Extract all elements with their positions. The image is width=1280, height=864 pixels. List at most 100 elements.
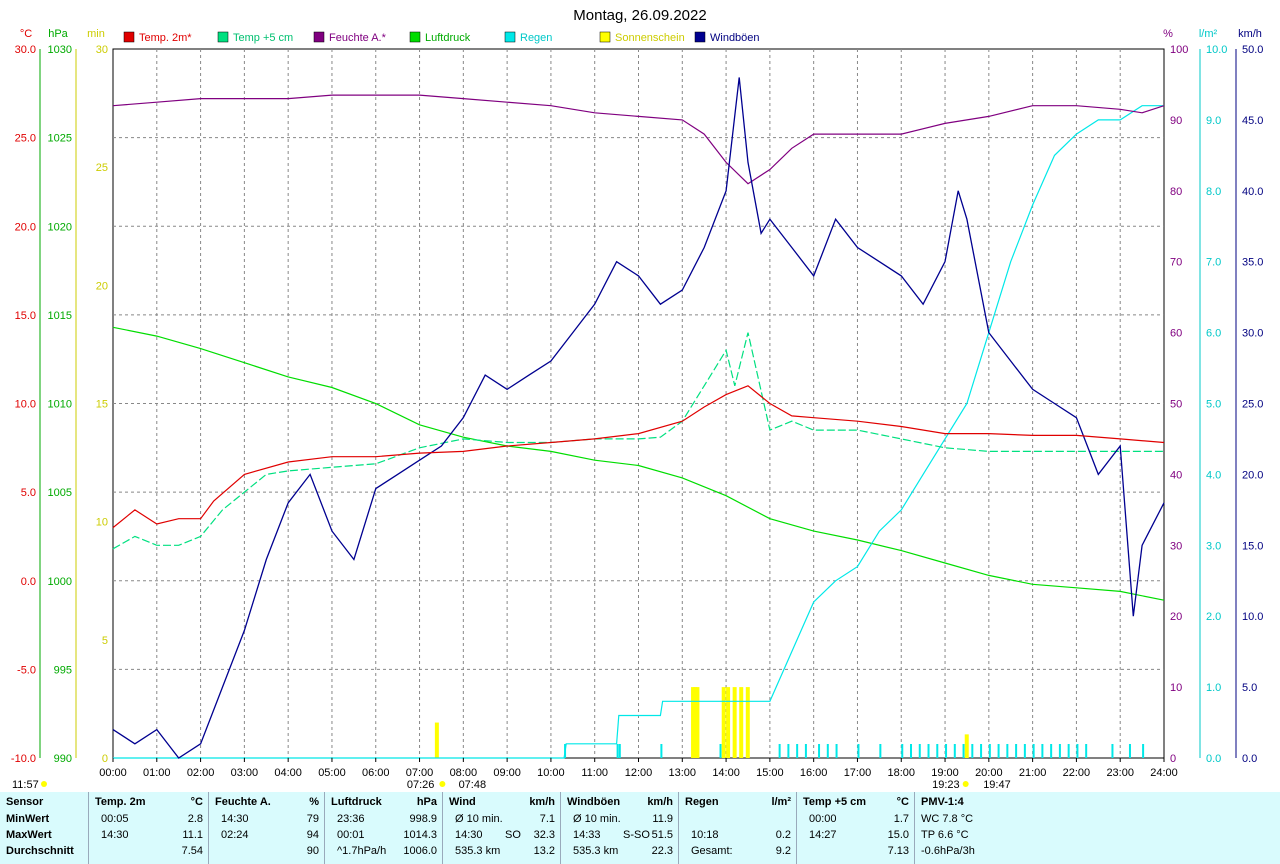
y-tick-label-wind: 40.0 — [1242, 186, 1263, 198]
y-tick-label-wind: 30.0 — [1242, 328, 1263, 340]
y-tick-label-rain: 8.0 — [1206, 186, 1221, 198]
stats-cell: 998.9 — [409, 813, 437, 825]
stats-cell: 7.13 — [887, 845, 909, 857]
stats-header: Luftdruck — [331, 796, 382, 808]
legend-label: Feuchte A.* — [329, 32, 387, 44]
stats-cell: 00:00 — [809, 813, 837, 825]
stats-cell: 90 — [306, 845, 319, 857]
legend-label: Temp. 2m* — [139, 32, 192, 44]
stats-cell: 11.1 — [182, 829, 203, 841]
x-tick-label: 10:00 — [537, 767, 565, 779]
sunshine-bar — [434, 722, 439, 758]
stats-cell: SO — [505, 829, 521, 841]
sun-icon — [962, 781, 969, 787]
y-tick-label-wind: 5.0 — [1242, 682, 1257, 694]
stats-cell: 535.3 km — [455, 845, 501, 857]
legend-label: Temp +5 cm — [233, 32, 293, 44]
y-tick-label-pressure: 1025 — [48, 133, 72, 145]
stats-header: Temp. 2m — [95, 796, 146, 808]
legend-swatch — [313, 31, 325, 43]
stats-cell: 1006.0 — [403, 845, 437, 857]
stats-cell: Ø 10 min. — [455, 813, 503, 825]
y-tick-label-temp: 5.0 — [21, 487, 36, 499]
rain-tick — [901, 744, 904, 758]
rain-unit-label: l/m² — [1199, 28, 1218, 40]
stats-cell: S-SO — [623, 829, 650, 841]
rain-tick — [778, 744, 781, 758]
y-tick-label-rain: 10.0 — [1206, 44, 1227, 56]
stats-cell: 535.3 km — [573, 845, 619, 857]
stats-unit: km/h — [529, 796, 555, 808]
rain-tick — [818, 744, 821, 758]
stats-col-temp5cm: Temp +5 cm °C 00:00 1.7 14:27 15.0 7.13 — [796, 792, 915, 864]
rain-tick — [1032, 744, 1035, 758]
rain-tick — [1067, 744, 1070, 758]
stats-cell: 14:30 — [221, 813, 249, 825]
rain-tick — [826, 744, 829, 758]
rain-tick — [857, 744, 860, 758]
stats-cell: 0.2 — [775, 829, 791, 841]
rain-tick — [1050, 744, 1053, 758]
rain-tick — [1111, 744, 1114, 758]
stats-cell: 14:30 — [101, 829, 129, 841]
rain-tick — [997, 744, 1000, 758]
rain-tick — [616, 744, 619, 758]
pressure-unit-label: hPa — [48, 28, 68, 40]
y-tick-label-wind: 35.0 — [1242, 257, 1263, 269]
y-tick-label-rain: 2.0 — [1206, 611, 1221, 623]
y-tick-label-rain: 3.0 — [1206, 540, 1221, 552]
y-tick-label-temp: 15.0 — [15, 310, 36, 322]
y-tick-label-temp: 30.0 — [15, 44, 36, 56]
rain-tick — [1015, 744, 1018, 758]
stats-header: Temp +5 cm — [803, 796, 867, 808]
y-tick-label-rain: 4.0 — [1206, 469, 1221, 481]
stats-cell: Durchschnitt — [6, 845, 74, 857]
legend-label: Regen — [520, 32, 552, 44]
y-tick-label-humidity: 50 — [1170, 399, 1182, 411]
stats-col-wind: Wind km/h Ø 10 min. 7.1 14:30 SO 32.3 535.3 km 1… — [442, 792, 561, 864]
bottom-left-label: 11:57 — [12, 779, 39, 791]
stats-cell: ^1.7hPa/h — [337, 845, 387, 857]
sunshine-bar — [721, 687, 726, 758]
stats-cell: 14:33 — [573, 829, 601, 841]
x-tick-label: 23:00 — [1106, 767, 1134, 779]
rain-tick — [618, 744, 621, 758]
x-tick-label: 22:00 — [1063, 767, 1091, 779]
stats-cell: 2.8 — [187, 813, 203, 825]
stats-cell: 7.1 — [539, 813, 555, 825]
y-tick-label-sunshine: 5 — [102, 635, 108, 647]
rain-tick — [719, 744, 722, 758]
stats-unit: % — [309, 796, 319, 808]
chart-title: Montag, 26.09.2022 — [573, 7, 706, 24]
sunrise-noon-label: 07:48 — [459, 779, 487, 791]
stats-cell: WC 7.8 °C — [921, 813, 974, 825]
rain-tick — [980, 744, 983, 758]
stats-cell: 00:01 — [337, 829, 365, 841]
rain-tick — [953, 744, 956, 758]
x-tick-label: 19:00 — [931, 767, 959, 779]
wind-unit-label: km/h — [1238, 28, 1262, 40]
y-tick-label-pressure: 990 — [54, 753, 72, 765]
stats-cell: 00:05 — [101, 813, 129, 825]
x-tick-label: 20:00 — [975, 767, 1003, 779]
y-tick-label-humidity: 30 — [1170, 540, 1182, 552]
y-tick-label-rain: 0.0 — [1206, 753, 1221, 765]
y-tick-label-sunshine: 10 — [96, 517, 108, 529]
rain-tick — [1076, 744, 1079, 758]
rain-tick — [918, 744, 921, 758]
x-tick-label: 24:00 — [1150, 767, 1178, 779]
rain-tick — [927, 744, 930, 758]
x-tick-label: 14:00 — [712, 767, 740, 779]
stats-cell: 79 — [306, 813, 319, 825]
y-tick-label-humidity: 10 — [1170, 682, 1182, 694]
rain-tick — [1006, 744, 1009, 758]
y-tick-label-humidity: 80 — [1170, 186, 1182, 198]
rain-tick — [879, 744, 882, 758]
stats-header: Windböen — [567, 796, 621, 808]
stats-cell: Ø 10 min. — [573, 813, 621, 825]
rain-tick — [804, 744, 807, 758]
stats-cell: 11.9 — [652, 813, 673, 825]
rain-tick — [936, 744, 939, 758]
stats-col-pmv: PMV-1:4 WC 7.8 °C TP 6.6 °C -0.6hPa/3h — [914, 792, 1280, 864]
stats-cell: 13.2 — [533, 845, 555, 857]
